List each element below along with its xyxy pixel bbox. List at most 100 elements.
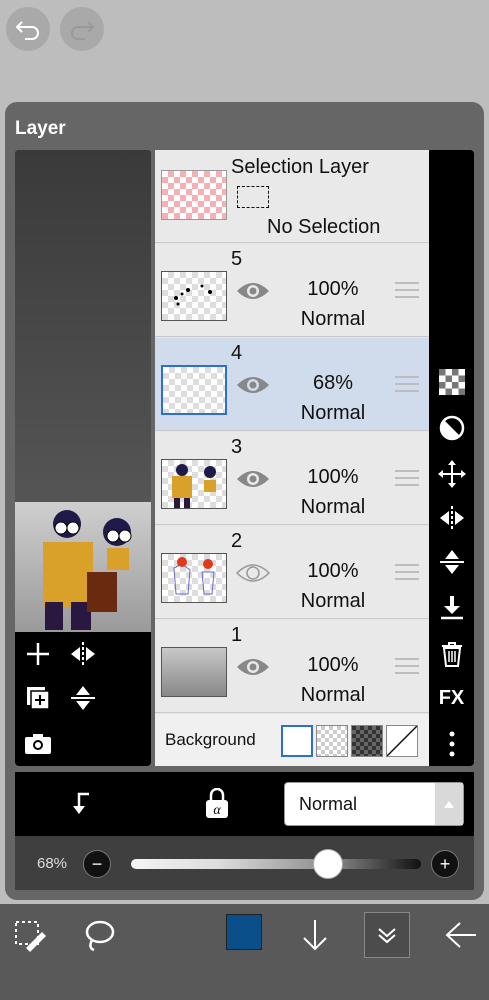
transform-icon: [15, 921, 46, 952]
layer-blend-mode: Normal: [300, 684, 366, 706]
reverse-button[interactable]: [429, 410, 474, 446]
layer-opacity: 100%: [307, 654, 359, 676]
arrow-left-icon: [445, 922, 476, 948]
drag-handle-icon[interactable]: [395, 658, 419, 676]
flip-vertical-button[interactable]: [60, 678, 105, 718]
drag-handle-icon[interactable]: [395, 470, 419, 488]
back-button[interactable]: [438, 912, 484, 958]
layer-number: 3: [231, 436, 243, 458]
layer-thumbnail: [161, 553, 227, 603]
flip-horizontal-layer-button[interactable]: [429, 500, 474, 536]
selection-layer-row[interactable]: Selection Layer No Selection: [155, 150, 429, 243]
drag-handle-icon[interactable]: [395, 282, 419, 300]
opacity-knob[interactable]: [313, 849, 344, 879]
flip-horizontal-icon: [70, 642, 95, 666]
preview-background: [15, 150, 151, 502]
opacity-track[interactable]: [131, 859, 421, 869]
blend-mode-bar: α Normal: [15, 772, 474, 836]
layer-opacity: 100%: [307, 560, 359, 582]
drag-handle-icon[interactable]: [395, 376, 419, 394]
camera-icon: [24, 734, 51, 754]
transparent-fill-button[interactable]: [429, 364, 474, 400]
eye-icon[interactable]: [235, 655, 271, 679]
delete-layer-button[interactable]: [429, 636, 474, 672]
flip-horizontal-icon: [439, 506, 464, 530]
layer-number: 5: [231, 248, 243, 270]
flip-horizontal-button[interactable]: [60, 634, 105, 674]
background-none-option[interactable]: [386, 725, 418, 757]
clipping-button[interactable]: [69, 790, 97, 823]
eye-icon[interactable]: [235, 279, 271, 303]
flip-vertical-icon: [439, 550, 464, 574]
lasso-icon: [85, 920, 115, 952]
chevron-up-icon: [435, 783, 463, 825]
background-dark-option[interactable]: [351, 725, 383, 757]
bottom-toolbar: [0, 904, 489, 1000]
layer-thumbnail: [161, 459, 227, 509]
canvas-preview: [15, 150, 151, 766]
more-options-button[interactable]: [429, 726, 474, 762]
layer-number: 2: [231, 530, 243, 552]
drag-handle-icon[interactable]: [395, 564, 419, 582]
background-row: Background: [155, 714, 429, 766]
selection-marquee-icon: [237, 186, 269, 208]
fx-button[interactable]: FX: [429, 680, 474, 716]
layer-row-1[interactable]: 1 100% Normal: [155, 620, 429, 713]
layer-row-4[interactable]: 4 68% Normal: [155, 338, 429, 431]
collapse-button[interactable]: [364, 912, 410, 958]
opacity-increase-button[interactable]: +: [431, 850, 459, 878]
layer-blend-mode: Normal: [300, 496, 366, 518]
layer-row-3[interactable]: 3 100% Normal: [155, 432, 429, 525]
chevron-double-down-icon: [378, 928, 396, 944]
background-white-option[interactable]: [281, 725, 313, 757]
merge-icon: [26, 687, 50, 710]
layer-opacity: 68%: [312, 372, 354, 394]
layer-thumbnail: [161, 365, 227, 415]
eye-icon[interactable]: [235, 467, 271, 491]
undo-icon: [15, 21, 39, 40]
canvas-thumbnail[interactable]: [15, 502, 151, 632]
half-circle-icon: [439, 415, 464, 441]
more-icon: [449, 731, 454, 757]
trash-icon: [441, 642, 462, 667]
layer-list: Selection Layer No Selection 5 100% Norm…: [155, 150, 429, 766]
opacity-value: 68%: [37, 855, 68, 872]
clip-icon: [73, 792, 89, 814]
alpha-lock-button[interactable]: α: [203, 787, 231, 825]
panel-title: Layer: [15, 118, 66, 139]
layer-row-2[interactable]: 2 100% Normal: [155, 526, 429, 619]
lasso-tool-button[interactable]: [76, 912, 122, 958]
layer-number: 1: [231, 624, 243, 646]
blend-mode-value: Normal: [299, 794, 358, 814]
merge-layer-button[interactable]: [15, 678, 60, 718]
add-layer-button[interactable]: [15, 634, 60, 674]
selection-status: No Selection: [267, 216, 381, 238]
merge-down-icon: [440, 596, 463, 620]
transform-tool-button[interactable]: [6, 912, 52, 958]
merge-down-button[interactable]: [429, 590, 474, 626]
brush-color-swatch[interactable]: [226, 914, 262, 950]
background-transparent-option[interactable]: [316, 725, 348, 757]
redo-icon: [71, 21, 95, 40]
redo-button[interactable]: [60, 7, 104, 51]
eye-icon[interactable]: [235, 373, 271, 397]
undo-button[interactable]: [6, 7, 50, 51]
camera-button[interactable]: [15, 724, 60, 764]
arrow-down-icon: [303, 920, 327, 951]
layer-opacity: 100%: [307, 466, 359, 488]
checker-icon: [438, 369, 465, 395]
eye-hidden-icon[interactable]: [235, 561, 271, 585]
move-button[interactable]: [429, 456, 474, 492]
opacity-decrease-button[interactable]: −: [83, 850, 111, 878]
layer-opacity: 100%: [307, 278, 359, 300]
plus-icon: [26, 643, 49, 665]
import-button[interactable]: [292, 912, 338, 958]
layer-number: 4: [231, 342, 243, 364]
flip-vertical-layer-button[interactable]: [429, 544, 474, 580]
layer-row-5[interactable]: 5 100% Normal: [155, 244, 429, 337]
blend-mode-dropdown[interactable]: Normal: [284, 782, 464, 826]
layer-blend-mode: Normal: [300, 308, 366, 330]
layer-blend-mode: Normal: [300, 402, 366, 424]
layer-blend-mode: Normal: [300, 590, 366, 612]
alpha-lock-icon: α: [206, 787, 228, 818]
